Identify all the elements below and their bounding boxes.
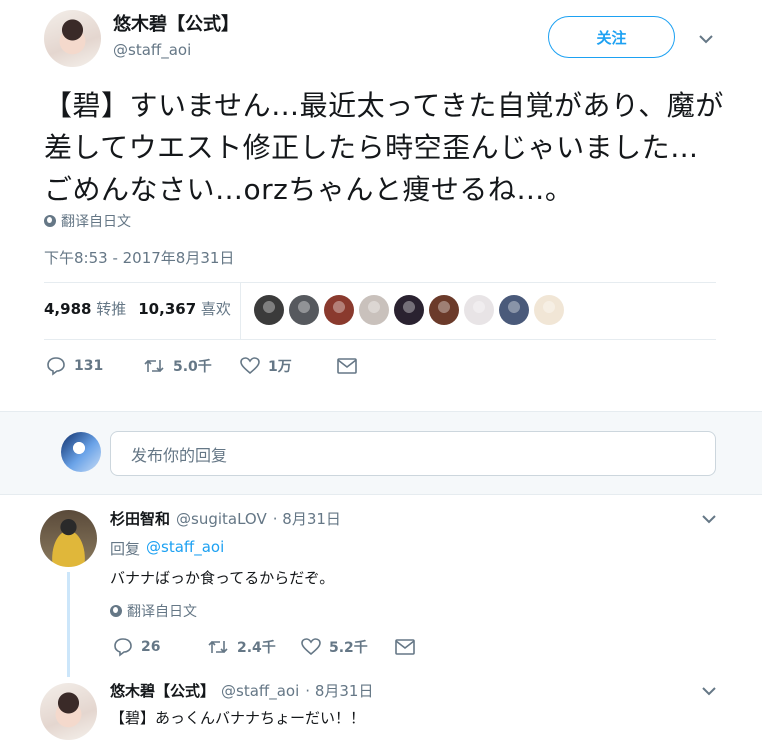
retweet-icon — [144, 359, 164, 373]
liker-avatar[interactable] — [359, 295, 389, 325]
reply-action[interactable]: 26 — [113, 637, 207, 657]
tweet-stats: 4,988 转推 10,367 喜欢 — [44, 298, 231, 319]
globe-icon — [110, 605, 122, 617]
divider — [44, 282, 716, 283]
reply-header: 杉田智和 @sugitaLOV · 8月31日 — [110, 508, 341, 529]
reply-input[interactable]: 发布你的回复 — [110, 431, 716, 476]
translate-label: 翻译自日文 — [61, 214, 131, 230]
reply-avatar[interactable] — [40, 683, 97, 740]
message-action[interactable] — [337, 358, 357, 374]
thread-line — [67, 572, 70, 677]
reply-text: 【碧】あっくんバナナちょーだい！！ — [110, 709, 366, 727]
retweet-action[interactable]: 2.4千 — [207, 637, 301, 657]
liker-avatar[interactable] — [289, 295, 319, 325]
translate-link[interactable]: 翻译自日文 — [44, 211, 131, 231]
replying-to: 回复 @staff_aoi — [110, 538, 225, 559]
chevron-down-icon[interactable] — [698, 508, 720, 530]
retweet-icon — [208, 640, 228, 654]
liker-avatar[interactable] — [464, 295, 494, 325]
liker-avatars — [254, 295, 564, 325]
reply-icon — [47, 357, 65, 376]
tweet-timestamp[interactable]: 下午8:53 - 2017年8月31日 — [44, 247, 234, 268]
stats-divider — [240, 283, 241, 339]
current-user-avatar — [61, 432, 101, 472]
author-avatar[interactable] — [44, 10, 101, 67]
divider — [44, 339, 716, 340]
retweets-stat[interactable]: 4,988 转推 — [44, 298, 126, 319]
reply-icon — [114, 638, 132, 657]
likes-stat[interactable]: 10,367 喜欢 — [138, 298, 231, 319]
reply-author-handle[interactable]: @staff_aoi — [221, 682, 299, 700]
liker-avatar[interactable] — [324, 295, 354, 325]
author-name[interactable]: 悠木碧【公式】 — [113, 10, 239, 36]
like-action[interactable]: 5.2千 — [301, 637, 395, 657]
message-action[interactable] — [395, 639, 415, 655]
reply-author-name[interactable]: 杉田智和 — [110, 508, 170, 529]
envelope-icon — [395, 639, 415, 655]
reply-action[interactable]: 131 — [46, 356, 143, 376]
mention-link[interactable]: @staff_aoi — [146, 538, 224, 559]
reply-author-name[interactable]: 悠木碧【公式】 — [110, 680, 215, 701]
heart-icon — [301, 638, 321, 656]
tweet-actions: 131 5.0千 1万 — [46, 356, 357, 376]
author-handle[interactable]: @staff_aoi — [113, 41, 191, 59]
globe-icon — [44, 215, 56, 227]
reply-author-handle[interactable]: @sugitaLOV — [176, 510, 267, 528]
retweet-action[interactable]: 5.0千 — [143, 356, 240, 376]
heart-icon — [240, 357, 260, 375]
liker-avatar[interactable] — [429, 295, 459, 325]
reply-header: 悠木碧【公式】 @staff_aoi · 8月31日 — [110, 680, 373, 701]
reply-avatar[interactable] — [40, 510, 97, 567]
like-action[interactable]: 1万 — [240, 356, 337, 376]
reply-text: バナナばっか食ってるからだぞ。 — [110, 569, 335, 587]
liker-avatar[interactable] — [254, 295, 284, 325]
liker-avatar[interactable] — [534, 295, 564, 325]
chevron-down-icon[interactable] — [695, 28, 717, 50]
tweet-text: 【碧】すいません…最近太ってきた自覚があり、魔が差してウエスト修正したら時空歪ん… — [44, 89, 724, 206]
liker-avatar[interactable] — [394, 295, 424, 325]
chevron-down-icon[interactable] — [698, 680, 720, 702]
envelope-icon — [337, 358, 357, 374]
reply-date[interactable]: · 8月31日 — [273, 508, 341, 529]
reply-date[interactable]: · 8月31日 — [305, 680, 373, 701]
liker-avatar[interactable] — [499, 295, 529, 325]
reply-actions: 26 2.4千 5.2千 — [113, 637, 415, 657]
translate-link[interactable]: 翻译自日文 — [110, 601, 197, 621]
follow-button[interactable]: 关注 — [548, 16, 675, 58]
